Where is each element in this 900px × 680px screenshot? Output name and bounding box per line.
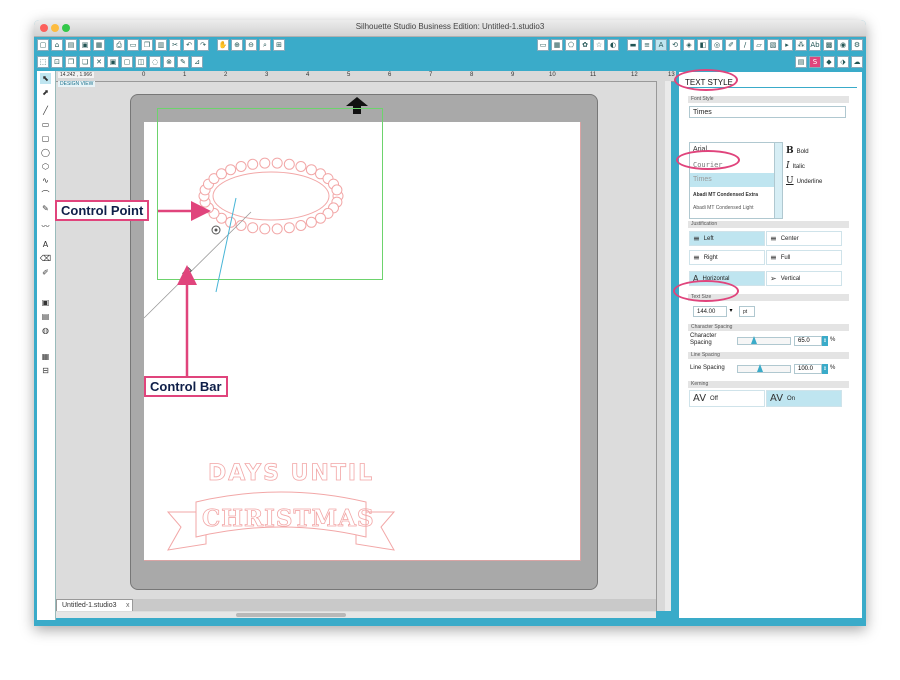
times-font-highlight: [676, 150, 740, 170]
text-size-highlight: [673, 280, 739, 302]
annotation-arrows: [158, 201, 211, 376]
text-style-highlight: [674, 69, 738, 91]
